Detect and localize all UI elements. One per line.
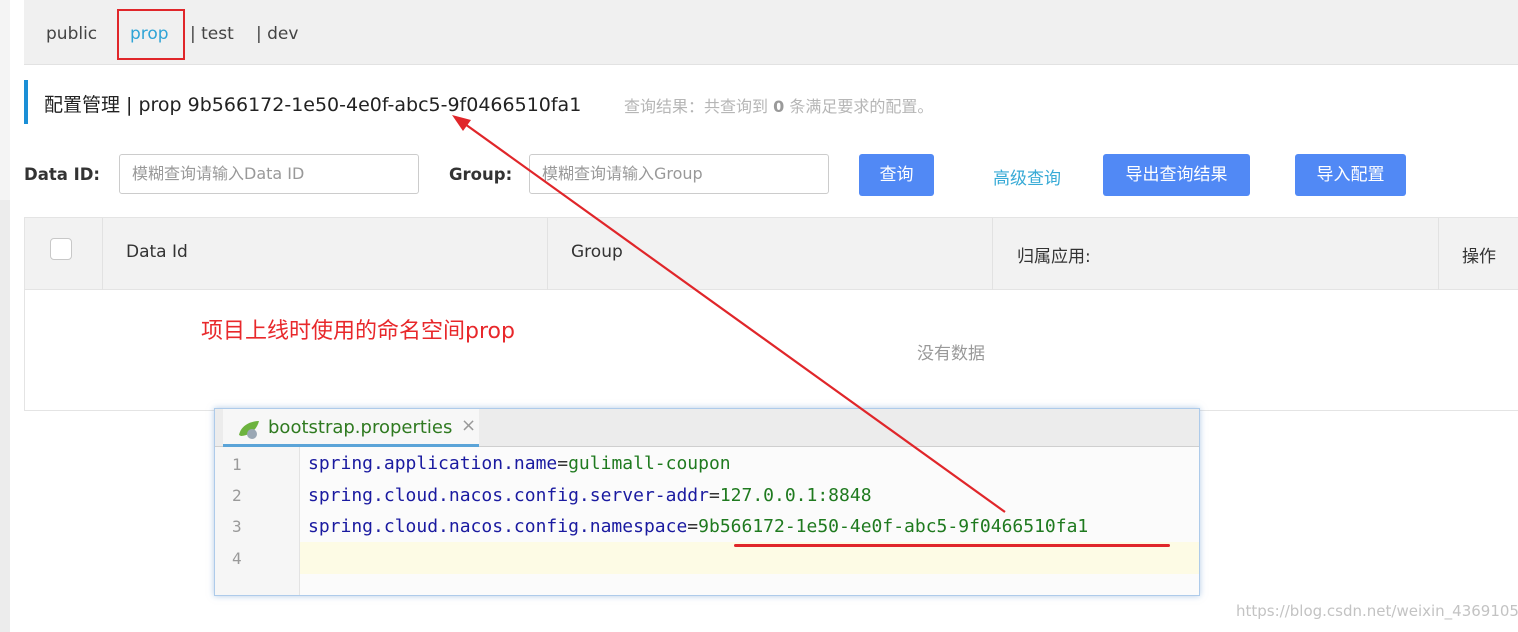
annotation-arrow — [452, 115, 1006, 513]
watermark: https://blog.csdn.net/weixin_43691058 — [1236, 602, 1518, 620]
